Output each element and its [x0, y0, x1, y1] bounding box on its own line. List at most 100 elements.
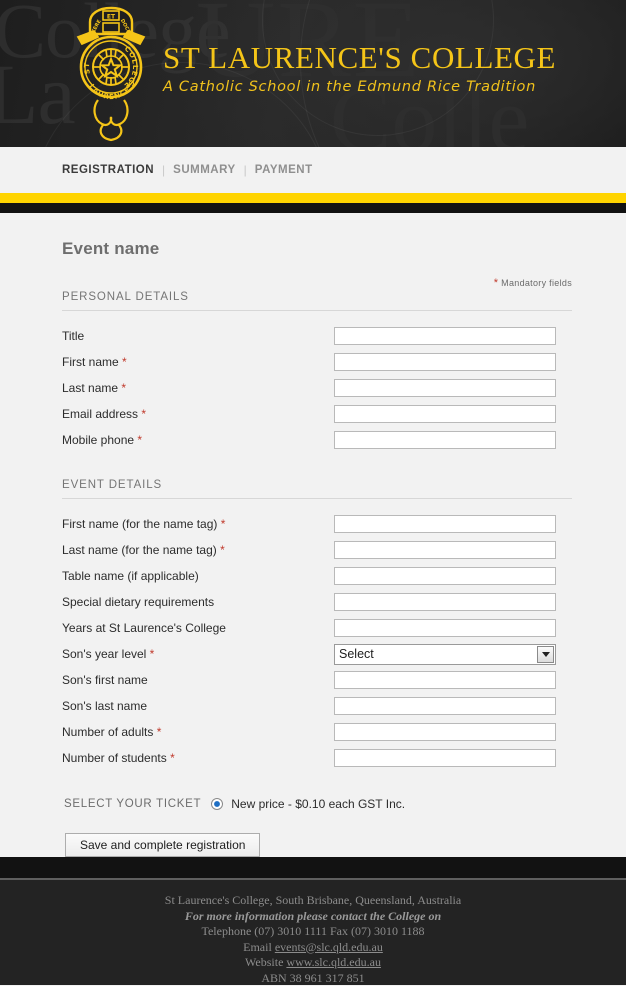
- text-input[interactable]: [334, 619, 556, 637]
- text-input[interactable]: [334, 749, 556, 767]
- personal-details-fields: Title First name *Last name *Email addre…: [62, 323, 572, 453]
- required-marker: *: [220, 543, 225, 557]
- college-crest-icon: ST COLLEGE LAURENCE'S ET FACERE DOCERE: [68, 4, 154, 144]
- text-input[interactable]: [334, 431, 556, 449]
- accent-bar-black: [0, 203, 626, 213]
- footer-website-link[interactable]: www.slc.qld.edu.au: [286, 955, 381, 969]
- required-marker: *: [137, 433, 142, 447]
- field-row: Mobile phone *: [62, 427, 572, 453]
- field-label: Table name (if applicable): [62, 563, 334, 589]
- text-input[interactable]: [334, 541, 556, 559]
- required-marker: *: [221, 517, 226, 531]
- field-row: Email address *: [62, 401, 572, 427]
- nav-separator: |: [162, 163, 165, 177]
- ticket-radio-button[interactable]: [211, 798, 223, 810]
- footer-abn: ABN 38 961 317 851: [0, 971, 626, 986]
- ticket-option-label: New price - $0.10 each GST Inc.: [231, 797, 405, 811]
- mandatory-fields-note: * Mandatory fields: [62, 277, 572, 289]
- field-label: Son's last name: [62, 693, 334, 719]
- nav-separator: |: [244, 163, 247, 177]
- text-input[interactable]: [334, 515, 556, 533]
- mandatory-label: Mandatory fields: [501, 278, 572, 288]
- footer-website-prefix: Website: [245, 955, 286, 969]
- footer-address: St Laurence's College, South Brisbane, Q…: [0, 893, 626, 909]
- wordmark: ST LAURENCE'S COLLEGE A Catholic School …: [163, 42, 556, 95]
- college-tagline: A Catholic School in the Edmund Rice Tra…: [163, 80, 556, 95]
- footer-contact-prompt: For more information please contact the …: [0, 909, 626, 925]
- site-footer: St Laurence's College, South Brisbane, Q…: [0, 880, 626, 985]
- field-label: Last name (for the name tag) *: [62, 537, 334, 563]
- field-row: Son's year level * Select: [62, 641, 572, 667]
- field-row: Last name (for the name tag) *: [62, 537, 572, 563]
- footer-phone: Telephone (07) 3010 1111 Fax (07) 3010 1…: [0, 924, 626, 940]
- field-label: Son's first name: [62, 667, 334, 693]
- footer-email-link[interactable]: events@slc.qld.edu.au: [275, 940, 383, 954]
- ticket-selector-label: SELECT YOUR TICKET: [64, 798, 201, 810]
- crest-motto-top: ET: [107, 14, 116, 21]
- field-label: Years at St Laurence's College: [62, 615, 334, 641]
- step-navigation: REGISTRATION | SUMMARY | PAYMENT: [0, 147, 626, 193]
- field-row: Table name (if applicable): [62, 563, 572, 589]
- text-input[interactable]: [334, 697, 556, 715]
- field-label: Mobile phone *: [62, 427, 334, 453]
- field-row: Son's last name: [62, 693, 572, 719]
- required-marker: *: [121, 381, 126, 395]
- text-input[interactable]: [334, 379, 556, 397]
- nav-item-payment[interactable]: PAYMENT: [255, 164, 313, 176]
- text-input[interactable]: [334, 327, 556, 345]
- required-marker: *: [157, 725, 162, 739]
- required-marker: *: [170, 751, 175, 765]
- field-label: Son's year level *: [62, 641, 334, 667]
- field-row: Number of adults *: [62, 719, 572, 745]
- field-label: First name *: [62, 349, 334, 375]
- required-marker: *: [122, 355, 127, 369]
- field-row: Title: [62, 323, 572, 349]
- field-label: Number of students *: [62, 745, 334, 771]
- field-label: Number of adults *: [62, 719, 334, 745]
- text-input[interactable]: [334, 353, 556, 371]
- chevron-down-icon[interactable]: [537, 646, 554, 663]
- footer-top-bar: [0, 857, 626, 878]
- field-row: Son's first name: [62, 667, 572, 693]
- required-marker: *: [141, 407, 146, 421]
- mandatory-star: *: [494, 277, 499, 289]
- field-row: Special dietary requirements: [62, 589, 572, 615]
- nav-item-summary[interactable]: SUMMARY: [173, 164, 236, 176]
- crest-ring-bottom-text: LAURENCE'S: [87, 79, 137, 101]
- footer-website-line: Website www.slc.qld.edu.au: [0, 955, 626, 971]
- field-row: First name (for the name tag) *: [62, 511, 572, 537]
- ticket-selector: SELECT YOUR TICKET New price - $0.10 eac…: [64, 797, 572, 811]
- field-label: First name (for the name tag) *: [62, 511, 334, 537]
- svg-text:LAURENCE'S: LAURENCE'S: [87, 79, 137, 101]
- college-name: ST LAURENCE'S COLLEGE: [163, 42, 556, 73]
- accent-bar-yellow: [0, 193, 626, 203]
- field-row: Years at St Laurence's College: [62, 615, 572, 641]
- year-level-select[interactable]: Select: [334, 644, 556, 665]
- select-value: Select: [339, 647, 374, 661]
- field-row: Number of students *: [62, 745, 572, 771]
- event-details-fields: First name (for the name tag) *Last name…: [62, 511, 572, 771]
- nav-item-registration[interactable]: REGISTRATION: [62, 164, 154, 176]
- text-input[interactable]: [334, 405, 556, 423]
- registration-form: Event name * Mandatory fields PERSONAL D…: [0, 213, 626, 857]
- field-label: Email address *: [62, 401, 334, 427]
- footer-email-prefix: Email: [243, 940, 275, 954]
- section-heading-personal-details: PERSONAL DETAILS: [62, 291, 572, 311]
- save-and-complete-registration-button[interactable]: Save and complete registration: [65, 833, 260, 857]
- field-label: Title: [62, 323, 334, 349]
- field-label: Last name *: [62, 375, 334, 401]
- site-header: College La URE Colle: [0, 0, 626, 147]
- text-input[interactable]: [334, 567, 556, 585]
- page-title: Event name: [62, 239, 572, 259]
- text-input[interactable]: [334, 671, 556, 689]
- svg-text:ST: ST: [83, 62, 92, 75]
- field-row: Last name *: [62, 375, 572, 401]
- required-marker: *: [150, 647, 155, 661]
- text-input[interactable]: [334, 723, 556, 741]
- footer-email-line: Email events@slc.qld.edu.au: [0, 940, 626, 956]
- field-label: Special dietary requirements: [62, 589, 334, 615]
- crest-ring-left-text: ST: [83, 62, 92, 75]
- field-row: First name *: [62, 349, 572, 375]
- section-heading-event-details: EVENT DETAILS: [62, 479, 572, 499]
- text-input[interactable]: [334, 593, 556, 611]
